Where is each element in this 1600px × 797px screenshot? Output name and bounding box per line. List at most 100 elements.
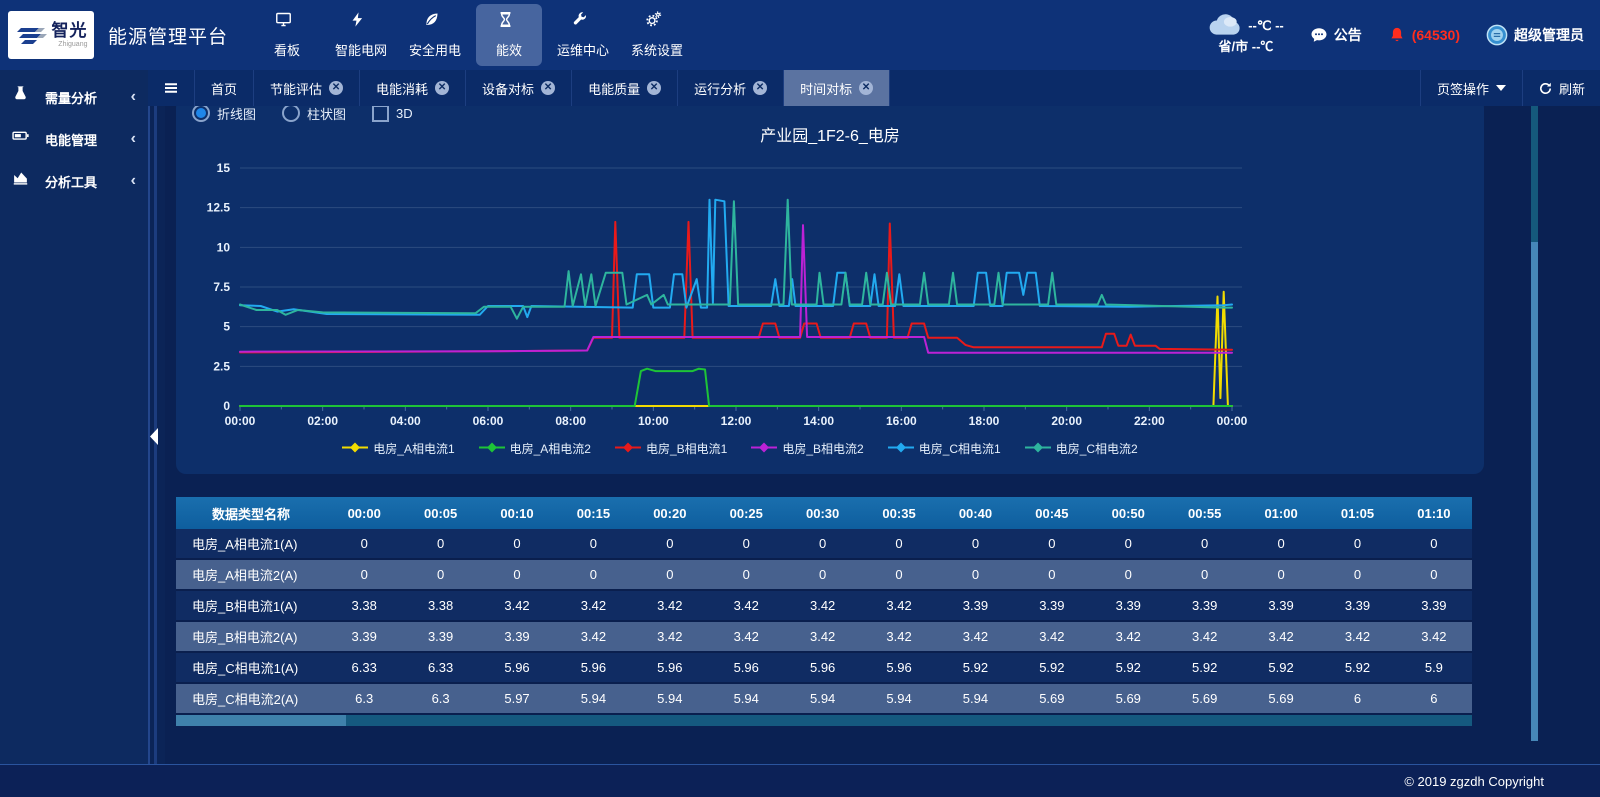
vertical-scrollbar-thumb[interactable] [1531, 106, 1538, 242]
svg-text:2.5: 2.5 [213, 359, 230, 373]
chart-type-radio-1[interactable]: 柱状图 [282, 106, 346, 123]
table-cell: 0 [937, 536, 1013, 551]
radio-icon[interactable] [192, 106, 210, 122]
table-cell: 0 [1166, 536, 1242, 551]
hamburger-icon [162, 79, 180, 97]
legend-item-2[interactable]: 电房_B相电流1 [615, 440, 727, 457]
nav-item-system-settings[interactable]: 系统设置 [624, 4, 690, 66]
close-icon[interactable]: ✕ [753, 81, 767, 95]
tab-power-quality-label: 电能质量 [588, 79, 640, 98]
announcement-button[interactable]: 公告 [1310, 25, 1362, 45]
username: 超级管理员 [1514, 25, 1584, 45]
tab-energy-eval[interactable]: 节能评估✕ [254, 70, 360, 106]
legend-label: 电房_B相电流2 [782, 440, 863, 457]
chevron-left-icon: ‹ [131, 131, 136, 147]
table-cell: 3.42 [632, 629, 708, 644]
collapse-arrow-icon[interactable] [150, 428, 158, 445]
svg-text:08:00: 08:00 [555, 414, 586, 428]
svg-text:22:00: 22:00 [1134, 414, 1165, 428]
legend-item-0[interactable]: 电房_A相电流1 [342, 440, 454, 457]
footer: © 2019 zgzdh Copyright [0, 764, 1600, 797]
nav-item-smart-grid[interactable]: 智能电网 [328, 4, 394, 66]
table-cell: 0 [479, 567, 555, 582]
close-icon[interactable]: ✕ [647, 81, 661, 95]
nav-item-dashboard[interactable]: 看板 [254, 4, 320, 66]
sidebar-splitter[interactable] [148, 70, 165, 765]
nav-item-ops-center[interactable]: 运维中心 [550, 4, 616, 66]
close-icon[interactable]: ✕ [435, 81, 449, 95]
nav-item-ops-center-label: 运维中心 [557, 40, 609, 59]
table-cell: 3.42 [479, 598, 555, 613]
alarm-button[interactable]: (64530) [1388, 26, 1460, 44]
svg-text:0: 0 [223, 399, 230, 413]
chart-type-radio-0[interactable]: 折线图 [192, 106, 256, 123]
table-header-time: 00:40 [937, 506, 1013, 521]
table-cell: 3.42 [555, 629, 631, 644]
horizontal-scrollbar[interactable] [176, 715, 1472, 726]
tab-energy-consumption[interactable]: 电能消耗✕ [360, 70, 466, 106]
refresh-button[interactable]: 刷新 [1523, 70, 1600, 106]
table-cell: 6 [1396, 691, 1472, 706]
weather-widget: --℃ -- 省/市 --℃ [1208, 13, 1284, 57]
user-menu[interactable]: 超级管理员 [1486, 24, 1584, 46]
tab-home[interactable]: 首页 [195, 70, 254, 106]
table-row: 电房_C相电流1(A)6.336.335.965.965.965.965.965… [176, 653, 1472, 684]
nav-item-energy-efficiency[interactable]: 能效 [476, 4, 542, 66]
table-cell: 5.94 [861, 691, 937, 706]
tab-device-benchmark-label: 设备对标 [482, 79, 534, 98]
close-icon[interactable]: ✕ [329, 81, 343, 95]
tab-operations-dropdown[interactable]: 页签操作 [1420, 70, 1523, 106]
tab-operations-label: 页签操作 [1437, 79, 1489, 98]
table-cell: 3.39 [1090, 598, 1166, 613]
tab-operation-analysis[interactable]: 运行分析✕ [678, 70, 784, 106]
table-cell: 3.42 [1396, 629, 1472, 644]
table-cell: 3.42 [784, 598, 860, 613]
collapse-menu-button[interactable] [148, 70, 195, 106]
checkbox-label: 3D [396, 106, 413, 121]
vertical-scrollbar[interactable] [1531, 106, 1538, 741]
refresh-label: 刷新 [1559, 79, 1585, 98]
table-cell: 3.42 [1014, 629, 1090, 644]
table-cell: 3.39 [1319, 598, 1395, 613]
table-header-time: 00:35 [861, 506, 937, 521]
close-icon[interactable]: ✕ [541, 81, 555, 95]
svg-text:16:00: 16:00 [886, 414, 917, 428]
table-cell: 5.92 [1014, 660, 1090, 675]
svg-text:10:00: 10:00 [638, 414, 669, 428]
sidebar-item-power-management-label: 电能管理 [45, 130, 97, 149]
horizontal-scrollbar-thumb[interactable] [176, 715, 346, 726]
svg-text:15: 15 [217, 161, 231, 175]
table-cell: 3.42 [784, 629, 860, 644]
sidebar-item-analysis-tools[interactable]: 分析工具‹ [0, 160, 148, 202]
logo[interactable]: 智光 Zhiguang [8, 11, 94, 59]
tab-device-benchmark[interactable]: 设备对标 ✕ [466, 70, 572, 106]
svg-text:00:00: 00:00 [225, 414, 256, 428]
close-icon[interactable]: ✕ [859, 81, 873, 95]
table-cell: 5.69 [1166, 691, 1242, 706]
sidebar-item-analysis-tools-label: 分析工具 [45, 172, 97, 191]
legend-item-5[interactable]: 电房_C相电流2 [1025, 440, 1138, 457]
table-cell: 6.3 [402, 691, 478, 706]
sidebar: 需量分析‹ 电能管理 ‹ 分析工具‹ [0, 70, 148, 765]
tab-power-quality[interactable]: 电能质量 ✕ [572, 70, 678, 106]
tab-time-benchmark-label: 时间对标 [800, 79, 852, 98]
legend-item-3[interactable]: 电房_B相电流2 [751, 440, 863, 457]
legend-item-1[interactable]: 电房_A相电流2 [479, 440, 591, 457]
alarm-count-badge: (64530) [1412, 27, 1460, 43]
table-header-time: 00:25 [708, 506, 784, 521]
bolt-icon [349, 11, 373, 35]
table-cell: 3.39 [937, 598, 1013, 613]
radio-icon[interactable] [282, 106, 300, 122]
sidebar-item-power-management[interactable]: 电能管理 ‹ [0, 118, 148, 160]
chart-3d-checkbox[interactable]: 3D [372, 106, 413, 122]
legend-item-4[interactable]: 电房_C相电流1 [888, 440, 1001, 457]
sidebar-item-demand-analysis[interactable]: 需量分析‹ [0, 76, 148, 118]
table-cell: 3.42 [1090, 629, 1166, 644]
table-header-time: 00:30 [784, 506, 860, 521]
table-row: 电房_B相电流2(A)3.393.393.393.423.423.423.423… [176, 622, 1472, 653]
bell-icon [1388, 26, 1406, 44]
nav-item-safe-power[interactable]: 安全用电 [402, 4, 468, 66]
checkbox-icon[interactable] [372, 106, 389, 122]
table-header-time: 00:50 [1090, 506, 1166, 521]
tab-time-benchmark[interactable]: 时间对标 ✕ [784, 70, 890, 106]
